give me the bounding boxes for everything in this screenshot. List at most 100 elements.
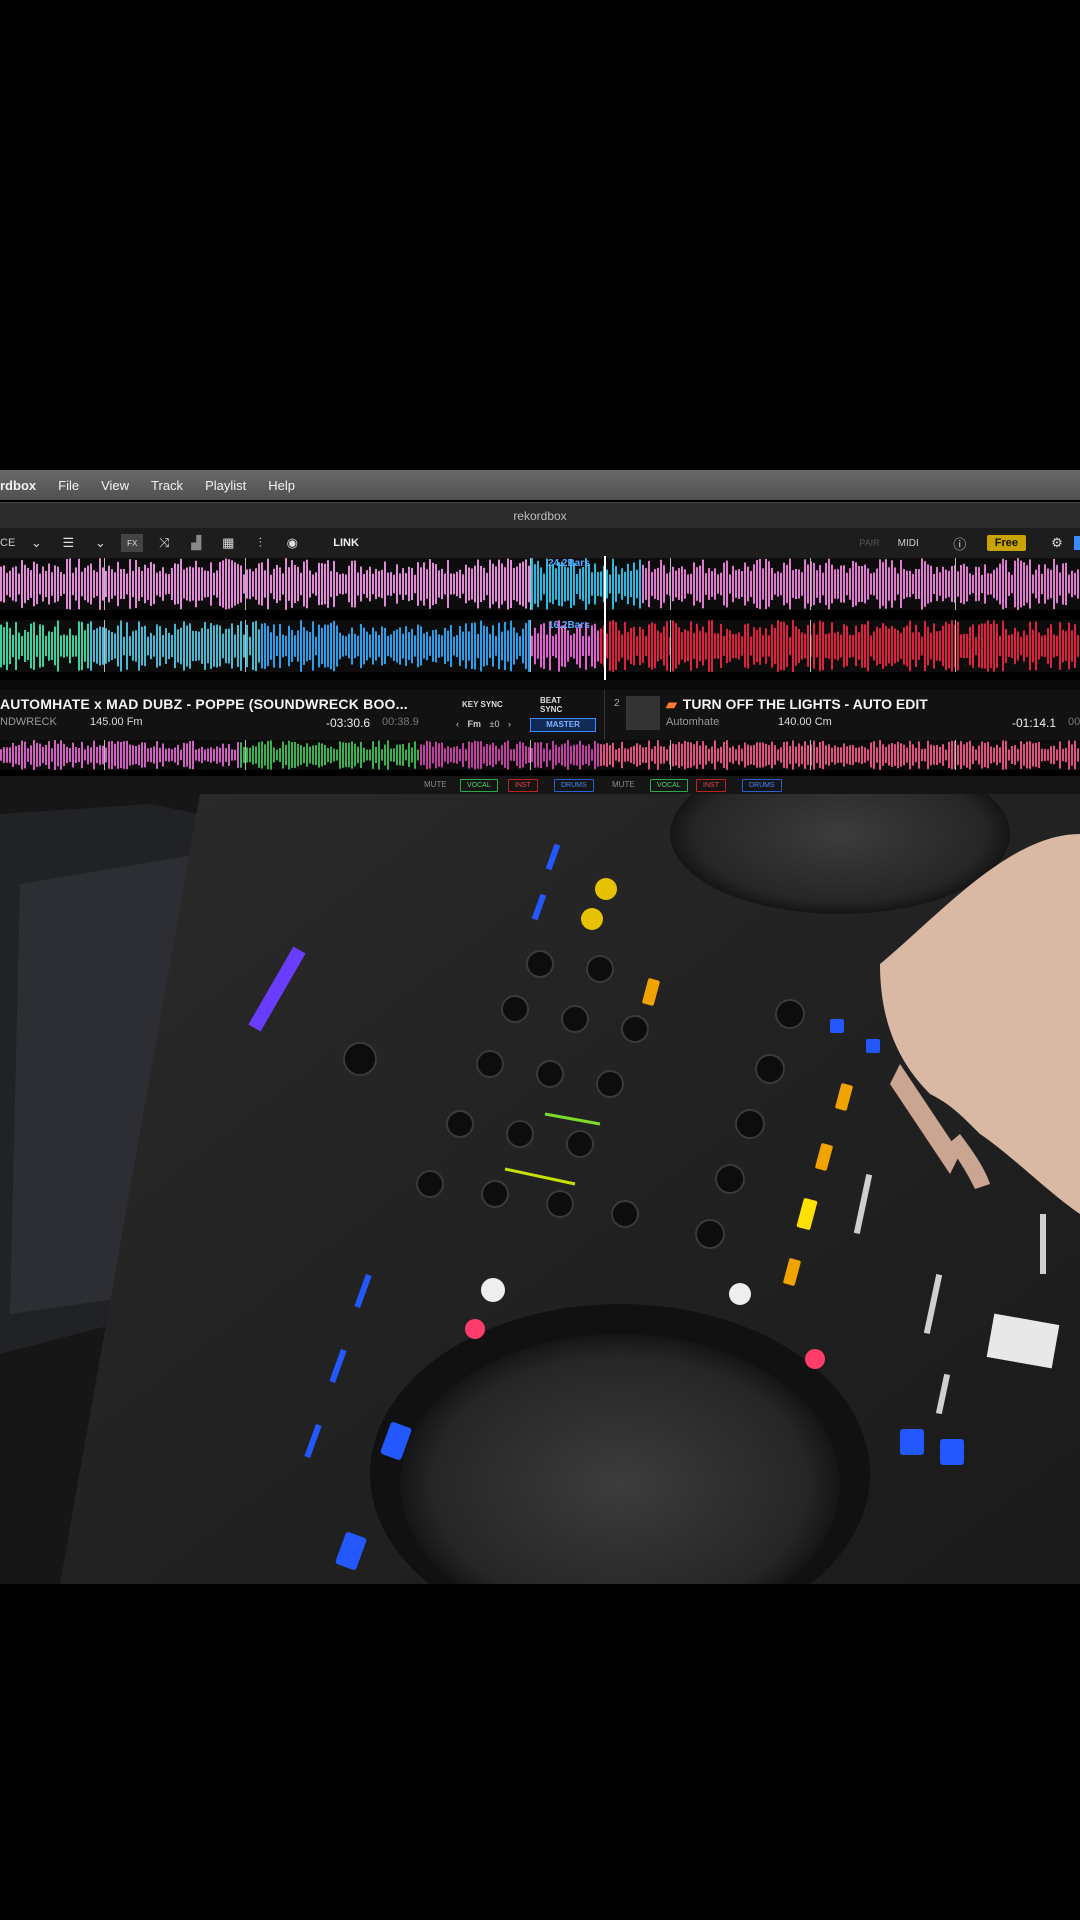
pair-button[interactable]: PAIR bbox=[859, 538, 879, 548]
waveform-bar bbox=[999, 563, 1001, 605]
waveform-bar bbox=[876, 568, 878, 600]
waveform-bar bbox=[354, 560, 356, 608]
menu-help[interactable]: Help bbox=[268, 478, 295, 493]
waveform-bar bbox=[423, 562, 425, 606]
menu-track[interactable]: Track bbox=[151, 478, 183, 493]
waveform-bar bbox=[738, 745, 740, 765]
beat-sync-button[interactable]: BEAT SYNC bbox=[540, 696, 570, 714]
waveform-bar bbox=[654, 746, 656, 764]
deck-b-drums-button[interactable]: DRUMS bbox=[742, 779, 782, 792]
mixer-icon[interactable]: ⫶ bbox=[249, 534, 271, 552]
waveform-bar bbox=[297, 630, 299, 662]
waveform-bar bbox=[402, 633, 404, 659]
waveform-bar bbox=[408, 566, 410, 602]
waveform-bar bbox=[87, 623, 89, 669]
deck-a-inst-button[interactable]: INST bbox=[508, 779, 538, 792]
app-menu[interactable]: rdbox bbox=[0, 478, 36, 493]
deck-b-vocal-button[interactable]: VOCAL bbox=[650, 779, 688, 792]
waveform-bar bbox=[483, 625, 485, 667]
grid-icon[interactable]: ▦ bbox=[217, 534, 239, 552]
waveform-bar bbox=[249, 568, 251, 600]
deck-a-drums-button[interactable]: DRUMS bbox=[554, 779, 594, 792]
waveform-bar bbox=[771, 567, 773, 601]
link-button[interactable]: LINK bbox=[333, 537, 359, 549]
waveform-bar bbox=[81, 741, 83, 769]
menu-lines-icon[interactable]: ☰ bbox=[57, 534, 79, 552]
key-sync-button[interactable]: KEY SYNC bbox=[462, 700, 503, 709]
waveform-bar bbox=[801, 632, 803, 660]
waveform-bar bbox=[759, 627, 761, 665]
sampler-icon[interactable]: ▟ bbox=[185, 534, 207, 552]
chevron-left-icon[interactable]: ‹ bbox=[456, 719, 459, 729]
waveform-bar bbox=[639, 744, 641, 766]
waveform-bar bbox=[57, 566, 59, 602]
waveform-bar bbox=[777, 571, 779, 597]
waveform-bar bbox=[849, 568, 851, 600]
shuffle-icon[interactable]: ⤨ bbox=[153, 534, 175, 552]
waveform-bar bbox=[918, 632, 920, 660]
plan-badge[interactable]: Free bbox=[986, 535, 1026, 551]
waveform-bar bbox=[159, 571, 161, 597]
waveform-bar bbox=[906, 570, 908, 598]
waveform-bar bbox=[1020, 636, 1022, 656]
waveform-bar bbox=[420, 626, 422, 666]
waveform-bar bbox=[552, 636, 554, 656]
midi-button[interactable]: MIDI bbox=[898, 538, 919, 549]
waveform-bar bbox=[294, 742, 296, 768]
waveform-bar bbox=[678, 568, 680, 600]
chevron-down-icon[interactable]: ⌄ bbox=[89, 534, 111, 552]
waveform-bar bbox=[495, 566, 497, 602]
waveform-bar bbox=[504, 567, 506, 601]
waveform-bar bbox=[666, 621, 668, 671]
waveform-bar bbox=[255, 620, 257, 672]
waveform-bar bbox=[642, 629, 644, 663]
deck-a-track-title[interactable]: AUTOMHATE x MAD DUBZ - POPPE (SOUNDWRECK… bbox=[0, 696, 408, 712]
waveform-bar bbox=[846, 625, 848, 667]
chevron-down-icon[interactable]: ⌄ bbox=[25, 534, 47, 552]
overview-waveforms[interactable] bbox=[0, 740, 1080, 770]
fx-icon[interactable]: FX bbox=[121, 534, 144, 552]
waveform-bar bbox=[699, 565, 701, 603]
deck-a-waveform[interactable]: 24.2Bars bbox=[0, 558, 1080, 610]
waveform-bar bbox=[897, 573, 899, 595]
waveform-bar bbox=[450, 747, 452, 763]
deck-b-track-title[interactable]: ▰ TURN OFF THE LIGHTS - AUTO EDIT bbox=[666, 696, 928, 713]
gear-icon[interactable]: ⚙ bbox=[1046, 534, 1068, 552]
menu-view[interactable]: View bbox=[101, 478, 129, 493]
waveform-bar bbox=[1050, 569, 1052, 599]
waveform-bar bbox=[378, 571, 380, 597]
waveform-bar bbox=[738, 569, 740, 599]
waveform-bar bbox=[537, 633, 539, 659]
chevron-right-icon[interactable]: › bbox=[508, 719, 511, 729]
master-button[interactable]: MASTER bbox=[530, 718, 596, 732]
waveform-bar bbox=[636, 569, 638, 599]
info-icon[interactable]: ⓘ bbox=[949, 534, 971, 552]
account-icon[interactable] bbox=[1074, 536, 1080, 550]
waveform-bar bbox=[909, 570, 911, 598]
deck-info-bar: AUTOMHATE x MAD DUBZ - POPPE (SOUNDWRECK… bbox=[0, 690, 1080, 740]
layout-mode-label[interactable]: CE bbox=[0, 537, 15, 549]
beat-marker bbox=[245, 558, 246, 610]
record-icon[interactable]: ◉ bbox=[281, 534, 303, 552]
deck-a-vocal-button[interactable]: VOCAL bbox=[460, 779, 498, 792]
waveform-bar bbox=[522, 628, 524, 664]
waveform-bar bbox=[342, 742, 344, 768]
waveform-bar bbox=[621, 634, 623, 658]
waveform-bar bbox=[159, 626, 161, 666]
menu-file[interactable]: File bbox=[58, 478, 79, 493]
waveform-bar bbox=[609, 574, 611, 594]
waveform-bar bbox=[750, 745, 752, 765]
waveform-bar bbox=[210, 562, 212, 606]
waveform-bar bbox=[1071, 570, 1073, 598]
waveform-bar bbox=[351, 560, 353, 608]
deck-b-inst-button[interactable]: INST bbox=[696, 779, 726, 792]
waveform-bar bbox=[276, 635, 278, 657]
waveform-bar bbox=[798, 629, 800, 663]
waveform-bar bbox=[618, 630, 620, 662]
waveform-bar bbox=[21, 636, 23, 656]
key-control[interactable]: ‹ Fm ±0 › bbox=[456, 719, 511, 729]
waveform-bar bbox=[819, 565, 821, 603]
menu-playlist[interactable]: Playlist bbox=[205, 478, 246, 493]
waveform-bar bbox=[381, 569, 383, 599]
deck-b-waveform[interactable]: 16.2Bars bbox=[0, 620, 1080, 672]
